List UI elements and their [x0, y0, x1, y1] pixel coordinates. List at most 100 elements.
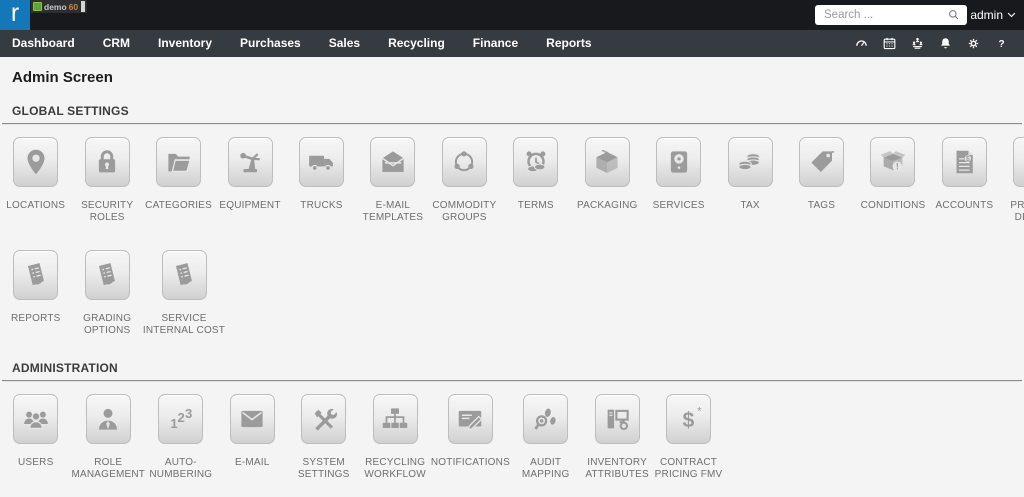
tile-product-details[interactable]: $ PRODUCTDETAILS	[1000, 137, 1024, 223]
demo-badge-value: 60	[68, 1, 79, 12]
tile-graphic	[229, 394, 275, 444]
tile-graphic	[84, 250, 130, 300]
open-envelope-icon	[381, 151, 404, 172]
envelope-icon	[241, 410, 263, 428]
coin-stacks-icon	[738, 153, 761, 171]
alarm-clock-coins-icon	[526, 151, 546, 173]
help-icon[interactable]: ?	[994, 36, 1009, 51]
footprints-magnifier-icon	[533, 408, 556, 430]
tile-contract-pricing-fmv[interactable]: $ * CONTRACT PRICING FMV	[653, 394, 724, 480]
person-tie-icon	[99, 408, 118, 430]
gauge-icon[interactable]	[854, 36, 869, 51]
bell-icon[interactable]	[938, 36, 953, 51]
demo-badge-end	[81, 1, 86, 12]
tile-row: LOCATIONS SECURITY ROLES CATEGORIES EQUIPMEN…	[0, 125, 1024, 223]
svg-text:?: ?	[998, 39, 1004, 50]
tile-graphic	[13, 394, 59, 444]
user-name: admin	[970, 8, 1003, 22]
network-nodes-icon	[454, 151, 474, 172]
tile-graphic	[161, 250, 207, 300]
tile-graphic	[156, 137, 202, 187]
tile-graphic	[298, 137, 344, 187]
tile-service-internal-cost[interactable]: SERVICE INTERNAL COST	[143, 250, 225, 336]
gear-icon[interactable]	[966, 36, 981, 51]
nav-item-purchases[interactable]: Purchases	[226, 30, 315, 57]
search-input[interactable]	[815, 5, 948, 25]
tile-graphic	[301, 394, 347, 444]
dollar-sign-icon: $ *	[682, 406, 702, 433]
svg-text:$: $	[966, 156, 970, 163]
nav-menu: Dashboard CRM Inventory Purchases Sales Recyc…	[0, 30, 606, 57]
user-menu[interactable]: admin	[970, 0, 1016, 30]
svg-text:2: 2	[177, 410, 184, 425]
truck-icon	[309, 155, 334, 172]
chevron-down-icon	[1007, 12, 1016, 18]
location-pin-icon	[27, 149, 45, 175]
tilted-report-icon	[99, 263, 116, 286]
calendar-icon[interactable]	[882, 36, 897, 51]
robot-arm-icon	[240, 152, 260, 173]
section-title: ADMINISTRATION	[12, 361, 118, 375]
hard-drive-icon	[670, 151, 687, 173]
note-pen-icon	[459, 410, 483, 431]
admin-screen: Admin Screen GLOBAL SETTINGS LOCATIONS SEC…	[0, 57, 1024, 480]
section-administration: ADMINISTRATION USERS ROLE MANAGEMENT 1 2 3 AUTO…	[0, 361, 1024, 480]
tilted-report-icon	[175, 263, 192, 286]
tile-graphic: $	[941, 137, 987, 187]
svg-text:*: *	[697, 406, 702, 418]
tile-graphic	[799, 137, 845, 187]
search-icon[interactable]	[947, 8, 961, 22]
section-title: GLOBAL SETTINGS	[12, 104, 129, 118]
app-logo[interactable]: r	[0, 0, 30, 30]
invoice-dollar-icon: $	[956, 150, 974, 174]
tile-graphic	[370, 137, 416, 187]
tile-graphic	[227, 137, 273, 187]
tile-graphic: 123	[158, 394, 204, 444]
tile-label: CONTRACT PRICING FMV	[654, 457, 723, 480]
tile-graphic: $	[1013, 137, 1024, 187]
price-tag-icon	[810, 151, 834, 172]
computer-gear-icon	[607, 409, 629, 430]
tile-graphic	[84, 137, 130, 187]
nav-item-crm[interactable]: CRM	[89, 30, 144, 57]
hammer-wrench-icon	[314, 408, 337, 431]
tile-row: USERS ROLE MANAGEMENT 1 2 3 AUTO- NUMBERING E-MA…	[0, 382, 1024, 480]
svg-text:!: !	[896, 162, 899, 172]
tile-graphic	[523, 394, 569, 444]
tile-graphic	[594, 394, 640, 444]
tile-graphic	[372, 394, 418, 444]
tile-label: SERVICE INTERNAL COST	[142, 313, 226, 336]
nav-item-dashboard[interactable]: Dashboard	[0, 30, 89, 57]
open-box-alert-icon: !	[880, 151, 906, 172]
tile-graphic: $ *	[666, 394, 712, 444]
folder-icon	[167, 153, 191, 172]
nav-item-recycling[interactable]: Recycling	[374, 30, 459, 57]
section-global-settings: GLOBAL SETTINGS LOCATIONS SECURITY ROLES CAT…	[0, 104, 1024, 336]
svg-text:$: $	[682, 408, 694, 432]
tile-graphic: !	[870, 137, 916, 187]
tile-graphic	[584, 137, 630, 187]
tile-graphic	[656, 137, 702, 187]
tile-graphic	[513, 137, 559, 187]
nav-item-reports[interactable]: Reports	[532, 30, 605, 57]
search-box	[815, 5, 967, 25]
users-group-icon	[23, 411, 48, 429]
org-people-icon[interactable]	[910, 36, 925, 51]
main-nav: Dashboard CRM Inventory Purchases Sales Recyc…	[0, 30, 1024, 57]
demo-badge-label: demo	[44, 1, 67, 12]
numbers-123-icon: 123	[170, 406, 192, 431]
nav-item-inventory[interactable]: Inventory	[144, 30, 226, 57]
tile-graphic	[13, 250, 59, 300]
tile-graphic	[13, 137, 59, 187]
tile-graphic	[441, 137, 487, 187]
app-logo-letter: r	[10, 0, 20, 27]
tilted-report-icon	[27, 263, 44, 286]
tile-graphic	[447, 394, 493, 444]
padlock-icon	[99, 150, 116, 173]
tile-graphic	[727, 137, 773, 187]
demo-badge-icon	[33, 2, 42, 11]
tile-row: REPORTS GRADING OPTIONS SERVICE INTERNAL COS…	[0, 223, 1024, 336]
flowchart-icon	[382, 408, 408, 428]
nav-item-sales[interactable]: Sales	[315, 30, 374, 57]
nav-item-finance[interactable]: Finance	[459, 30, 532, 57]
